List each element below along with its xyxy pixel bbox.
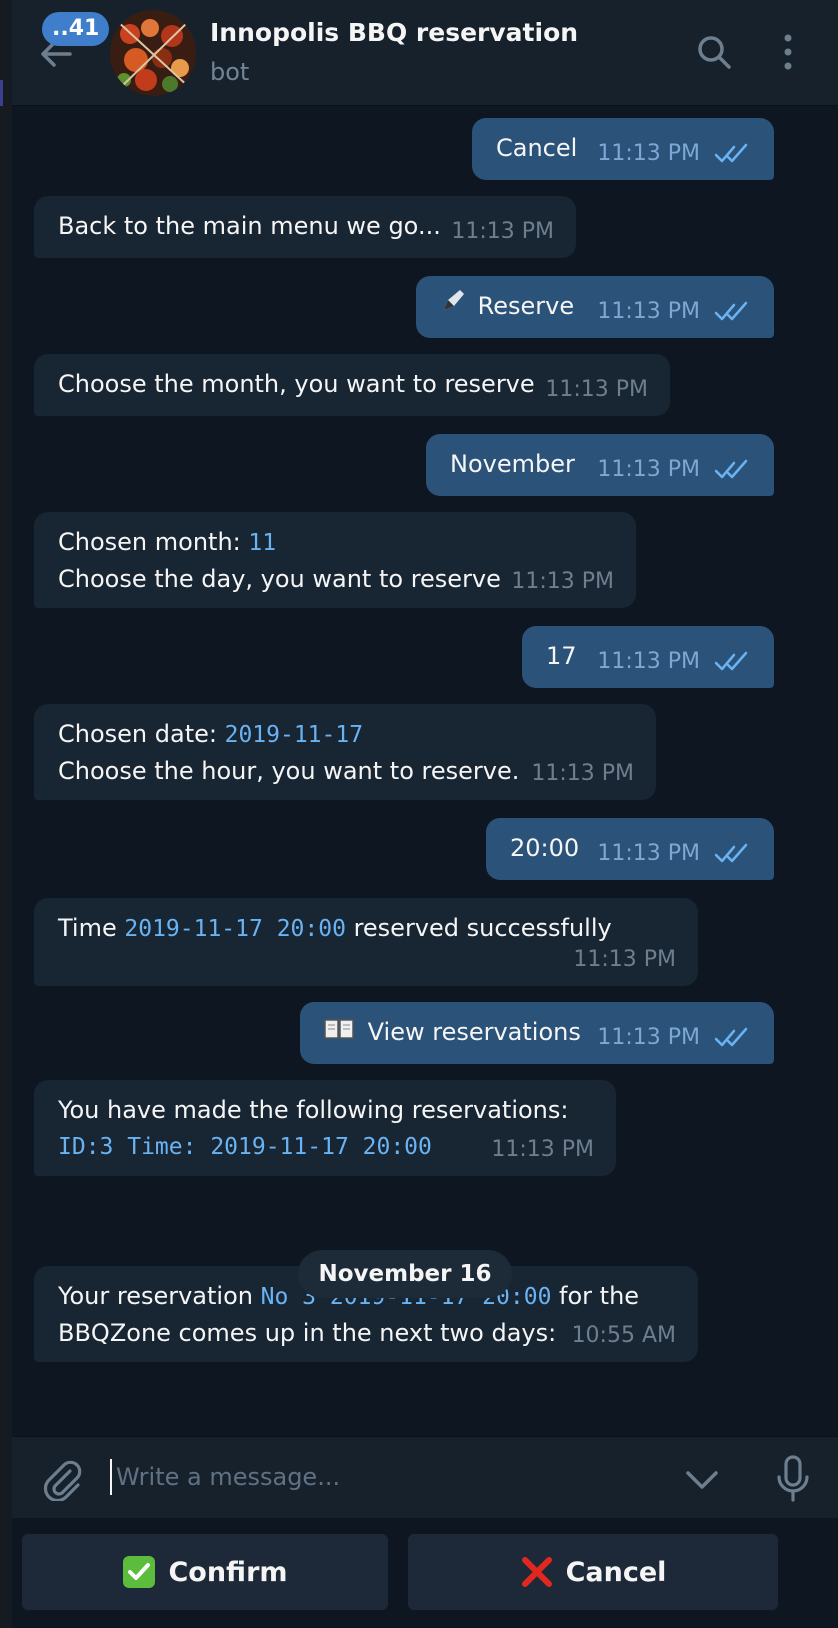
code-value[interactable]: ID:3 Time: 2019-11-17 20:00 bbox=[58, 1134, 432, 1160]
message-incoming: You have made the following reservations… bbox=[34, 1080, 616, 1176]
cancel-label: Cancel bbox=[565, 1556, 667, 1588]
search-icon[interactable] bbox=[694, 32, 734, 72]
text-cursor bbox=[110, 1459, 112, 1495]
more-vertical-icon[interactable] bbox=[778, 32, 798, 72]
message-text: Your reservation bbox=[58, 1282, 261, 1310]
left-strip bbox=[0, 0, 12, 1628]
message-text: reserved successfully bbox=[345, 914, 612, 942]
message-incoming: Chosen month: 11 Choose the day, you wan… bbox=[34, 512, 636, 608]
message-time: 11:13 PM bbox=[597, 1025, 700, 1050]
double-check-icon bbox=[714, 301, 748, 321]
message-outgoing: Reserve 11:13 PM bbox=[416, 276, 774, 338]
message-outgoing: November 11:13 PM bbox=[426, 434, 774, 496]
code-value[interactable]: 2019-11-17 20:00 bbox=[124, 916, 346, 942]
microphone-icon[interactable] bbox=[774, 1455, 812, 1503]
message-text: November bbox=[450, 450, 575, 478]
message-outgoing: 17 11:13 PM bbox=[522, 626, 774, 688]
date-separator: November 16 bbox=[298, 1250, 512, 1298]
message-time: 11:13 PM bbox=[531, 761, 634, 786]
message-text: Reserve bbox=[477, 292, 575, 320]
chevron-down-icon[interactable] bbox=[682, 1461, 722, 1497]
message-composer bbox=[12, 1436, 838, 1518]
confirm-button[interactable]: Confirm bbox=[22, 1534, 388, 1610]
chat-title[interactable]: Innopolis BBQ reservation bbox=[210, 18, 578, 47]
message-incoming: Choose the month, you want to reserve 11… bbox=[34, 354, 670, 416]
message-list[interactable]: Cancel 11:13 PM Back to the main menu we… bbox=[12, 106, 838, 1436]
message-text: Chosen date: bbox=[58, 720, 225, 748]
message-text: Choose the month, you want to reserve bbox=[58, 370, 535, 398]
message-time: 10:55 AM bbox=[571, 1323, 676, 1348]
cross-mark-icon bbox=[521, 1557, 552, 1587]
message-text: Chosen month: bbox=[58, 528, 249, 556]
chat-header: ..41 Innopolis BBQ reservation bot bbox=[12, 0, 838, 106]
message-outgoing: Cancel 11:13 PM bbox=[472, 118, 774, 180]
message-time: 11:13 PM bbox=[597, 141, 700, 166]
message-input[interactable] bbox=[116, 1457, 636, 1497]
double-check-icon bbox=[714, 459, 748, 479]
message-text: Cancel bbox=[496, 134, 578, 162]
message-text: View reservations bbox=[367, 1018, 581, 1046]
message-text: 17 bbox=[546, 642, 577, 670]
left-accent bbox=[0, 80, 3, 106]
message-text: You have made the following reservations… bbox=[58, 1096, 569, 1124]
double-check-icon bbox=[714, 1027, 748, 1047]
message-incoming: Back to the main menu we go... 11:13 PM bbox=[34, 196, 576, 258]
chat-subtitle: bot bbox=[210, 58, 250, 86]
message-text: 20:00 bbox=[510, 834, 580, 862]
double-check-icon bbox=[714, 143, 748, 163]
message-time: 11:13 PM bbox=[573, 947, 676, 972]
avatar[interactable] bbox=[110, 10, 196, 96]
cancel-button[interactable]: Cancel bbox=[408, 1534, 778, 1610]
message-time: 11:13 PM bbox=[451, 219, 554, 244]
message-time: 11:13 PM bbox=[511, 569, 614, 594]
message-time: 11:13 PM bbox=[597, 299, 700, 324]
message-time: 11:13 PM bbox=[597, 841, 700, 866]
message-text: Time bbox=[58, 914, 125, 942]
bot-keyboard: Confirm Cancel bbox=[12, 1518, 838, 1628]
book-icon bbox=[324, 1015, 360, 1051]
message-incoming: Time 2019-11-17 20:00 reserved successfu… bbox=[34, 898, 698, 986]
message-text: for the bbox=[551, 1282, 640, 1310]
double-check-icon bbox=[714, 651, 748, 671]
message-outgoing: 20:00 11:13 PM bbox=[486, 818, 774, 880]
message-time: 11:13 PM bbox=[597, 649, 700, 674]
paperclip-icon[interactable] bbox=[40, 1457, 84, 1501]
pen-icon bbox=[440, 288, 470, 324]
check-mark-icon bbox=[123, 1556, 156, 1588]
message-time: 11:13 PM bbox=[545, 377, 648, 402]
message-text: Back to the main menu we go... bbox=[58, 212, 441, 240]
code-value[interactable]: 2019-11-17 bbox=[225, 722, 363, 748]
code-value[interactable]: 11 bbox=[248, 530, 276, 556]
confirm-label: Confirm bbox=[168, 1556, 288, 1588]
message-outgoing: View reservations 11:13 PM bbox=[300, 1002, 774, 1064]
message-incoming: Chosen date: 2019-11-17 Choose the hour,… bbox=[34, 704, 656, 800]
message-time: 11:13 PM bbox=[491, 1137, 594, 1162]
unread-badge: ..41 bbox=[42, 12, 110, 46]
double-check-icon bbox=[714, 843, 748, 863]
message-time: 11:13 PM bbox=[597, 457, 700, 482]
